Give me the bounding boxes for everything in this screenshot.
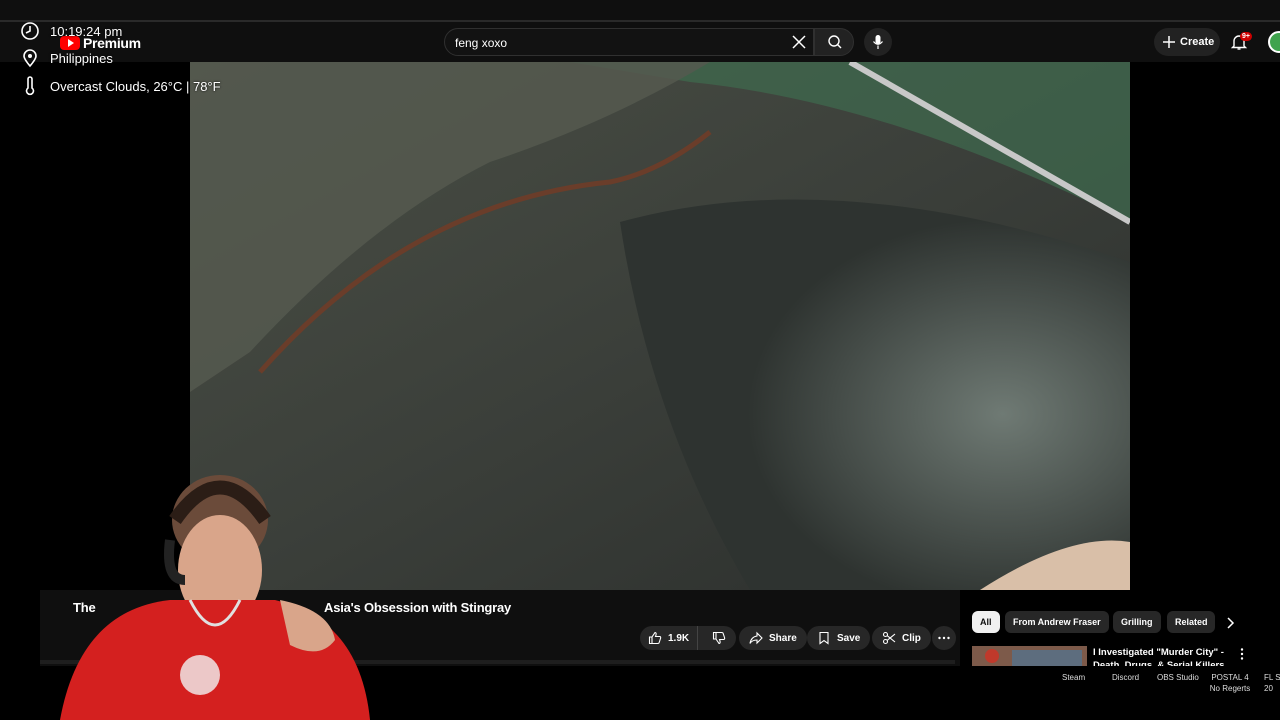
search-input[interactable] [455,35,755,51]
thumbnail-image [972,646,1087,666]
more-actions-button[interactable] [932,626,956,650]
overlay-time-text: 10:19:24 pm [50,23,123,39]
search-icon [828,35,842,49]
chip-from-andrew-fraser[interactable]: From Andrew Fraser [1005,611,1109,633]
clear-search-icon[interactable] [790,33,808,51]
search-box[interactable] [444,28,814,56]
more-horizontal-icon [938,636,950,640]
save-button[interactable]: Save [807,626,871,650]
save-label: Save [837,632,861,644]
taskbar-steam[interactable]: Steam [1062,672,1085,683]
search-button[interactable] [814,28,854,56]
overlay-weather-text: Overcast Clouds, 26°C | 78°F [50,78,221,94]
clock-icon [21,22,39,40]
clip-button[interactable]: Clip [872,626,931,650]
dislike-button[interactable] [704,626,734,650]
more-vertical-icon[interactable] [1236,647,1248,661]
like-button[interactable]: 1.9K [640,626,699,650]
overlay-location: Philippines [20,48,113,68]
overlay-weather: Overcast Clouds, 26°C | 78°F [20,76,221,96]
chip-all[interactable]: All [972,611,1000,633]
chip-related[interactable]: Related [1167,611,1215,633]
share-label: Share [769,632,797,644]
taskbar-discord[interactable]: Discord [1112,672,1139,683]
chevron-right-icon[interactable] [1222,615,1238,631]
like-dislike-group: 1.9K [640,626,736,650]
thumbs-down-icon [713,631,726,645]
taskbar-fl-studio[interactable]: FL S 20 [1264,672,1280,694]
share-arrow-icon [749,631,763,645]
create-button[interactable]: Create [1154,28,1220,56]
overlay-time: 10:19:24 pm [20,21,122,41]
thumbs-up-icon [648,631,662,645]
clip-label: Clip [902,632,921,644]
notification-count-badge: 9+ [1240,32,1252,41]
share-button[interactable]: Share [739,626,807,650]
voice-search-button[interactable] [864,28,892,56]
header-divider [0,20,1280,22]
recommendation-thumbnail[interactable] [972,646,1087,666]
location-pin-icon [23,49,37,68]
overlay-location-text: Philippines [50,50,113,66]
taskbar-postal-4[interactable]: POSTAL 4 No Regerts [1206,672,1254,694]
webcam-image [60,475,370,720]
streamer-webcam [0,460,390,720]
scissors-icon [882,631,896,645]
like-count: 1.9K [668,632,690,644]
create-label: Create [1180,36,1215,48]
microphone-icon [873,35,883,49]
chip-grilling[interactable]: Grilling [1113,611,1161,633]
plus-icon [1163,36,1175,48]
bookmark-icon [819,631,829,645]
recommendation-title[interactable]: I Investigated "Murder City" - Death, Dr… [1093,646,1233,666]
thermometer-icon [25,76,35,96]
taskbar-obs-studio[interactable]: OBS Studio [1157,672,1199,683]
